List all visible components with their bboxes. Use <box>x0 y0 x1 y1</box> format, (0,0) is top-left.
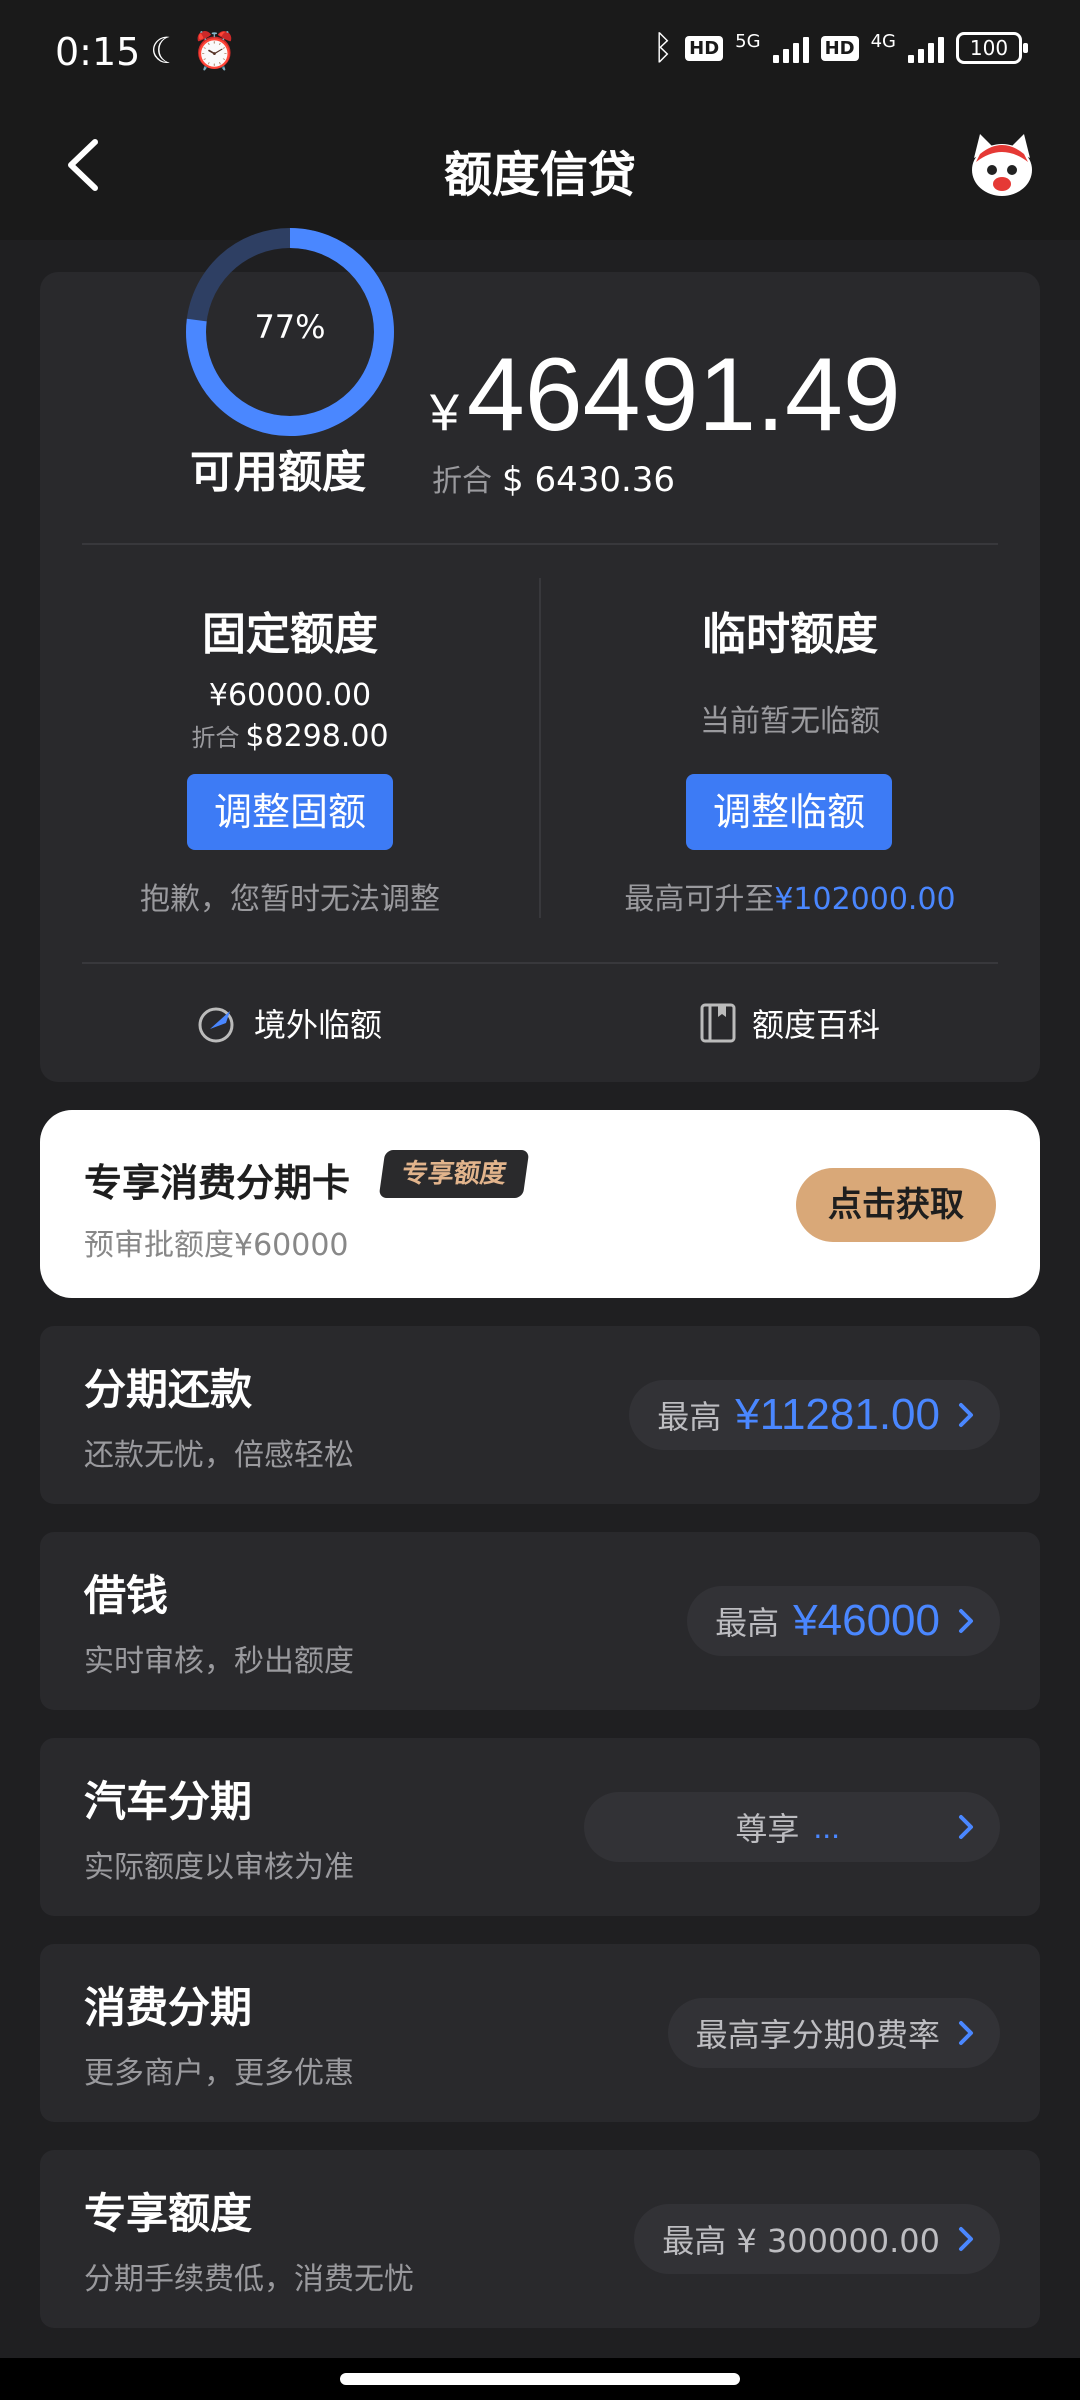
product-limit-pill[interactable]: 最高享分期0费率 <box>667 1998 1000 2068</box>
product-row-installment-repay[interactable]: 分期还款 还款无忧，倍感轻松 最高 ¥11281.00 <box>40 1326 1040 1504</box>
converted-amount: 折合 $ 6430.36 <box>432 456 675 500</box>
hd-badge: HD <box>685 35 724 61</box>
available-amount: ¥46491.49 <box>430 336 901 455</box>
temp-credit-status: 当前暂无临额 <box>700 704 880 739</box>
adjust-temp-button[interactable]: 调整临额 <box>686 774 892 850</box>
product-subtitle: 分期手续费低，消费无忧 <box>84 2262 414 2297</box>
moon-icon: ☾ <box>150 31 193 72</box>
product-limit-pill[interactable]: 最高 ¥ 300000.00 <box>634 2204 1000 2274</box>
product-limit-pill[interactable]: 尊享 ... <box>584 1792 1000 1862</box>
fixed-converted-value: $8298.00 <box>245 719 389 754</box>
product-subtitle: 更多商户，更多优惠 <box>84 2056 354 2091</box>
fixed-converted-label: 折合 <box>191 724 240 752</box>
status-time: 0:15 <box>55 30 141 74</box>
fixed-credit-converted: 折合 $8298.00 <box>82 718 498 754</box>
chevron-right-icon <box>959 2021 973 2045</box>
chevron-right-icon <box>959 1403 973 1427</box>
signal-icon <box>772 33 809 63</box>
network-type-label: 5G <box>735 30 761 52</box>
usage-percent: 77% <box>254 308 326 346</box>
pill-label: 最高 <box>715 1604 780 1642</box>
temp-credit-hint: 最高可升至¥102000.00 <box>560 874 1020 918</box>
chevron-right-icon <box>959 2227 973 2251</box>
overseas-link-label: 境外临额 <box>254 1006 383 1044</box>
promo-badge: 专享额度 <box>378 1150 530 1198</box>
product-title: 消费分期 <box>84 1983 253 2032</box>
product-title: 借钱 <box>84 1571 169 1620</box>
get-card-button[interactable]: 点击获取 <box>796 1168 996 1242</box>
product-limit-pill[interactable]: 最高 ¥46000 <box>687 1586 1000 1656</box>
product-subtitle: 实际额度以审核为准 <box>84 1850 354 1885</box>
home-indicator[interactable] <box>340 2373 740 2385</box>
fixed-credit-hint: 抱歉，您暂时无法调整 <box>140 882 440 917</box>
alarm-icon: ⏰ <box>192 31 248 72</box>
product-title: 分期还款 <box>84 1365 253 1414</box>
pill-label: 最高 ¥ 300000.00 <box>662 2222 940 2260</box>
header: 额度信贷 <box>0 100 1080 240</box>
wiki-link-label: 额度百科 <box>752 1006 881 1044</box>
chevron-right-icon <box>959 1815 973 1839</box>
promo-subtitle: 预审批额度¥60000 <box>84 1228 349 1263</box>
available-credit-label: 可用额度 <box>190 447 366 498</box>
product-row-consumer-installment[interactable]: 消费分期 更多商户，更多优惠 最高享分期0费率 <box>40 1944 1040 2122</box>
status-left-icons: ☾⏰ <box>150 30 247 72</box>
mascot-avatar[interactable] <box>964 128 1040 204</box>
signal-icon-2 <box>908 33 944 63</box>
promo-title: 专享消费分期卡 <box>84 1161 351 1205</box>
fixed-credit-amount: ¥60000.00 <box>208 678 372 713</box>
product-row-car-loan[interactable]: 汽车分期 实际额度以审核为准 尊享 ... <box>40 1738 1040 1916</box>
temp-credit-title: 临时额度 <box>702 609 878 660</box>
pill-label: 最高 <box>657 1398 722 1436</box>
chevron-right-icon <box>959 1609 973 1633</box>
pill-value: ¥11281.00 <box>735 1390 940 1439</box>
status-right-icons: ᛒ HD 5G HD 4G 100 <box>652 28 1028 68</box>
hd-badge-2: HD <box>820 35 859 61</box>
page-title: 额度信贷 <box>443 147 636 203</box>
converted-label: 折合 <box>432 464 492 499</box>
pill-value: ¥46000 <box>793 1596 940 1645</box>
cat-mascot-icon <box>972 134 1032 196</box>
temp-hint-prefix: 最高可升至 <box>624 882 775 917</box>
bluetooth-icon: ᛒ <box>652 28 674 68</box>
globe-plane-icon <box>198 1007 234 1043</box>
currency-symbol: ¥ <box>430 384 459 442</box>
overseas-temp-credit-link[interactable]: 境外临额 <box>196 1000 382 1046</box>
pill-label: 尊享 <box>735 1810 800 1848</box>
product-row-borrow[interactable]: 借钱 实时审核，秒出额度 最高 ¥46000 <box>40 1532 1040 1710</box>
book-icon <box>700 1003 736 1043</box>
temp-hint-amount: ¥102000.00 <box>774 882 956 917</box>
fixed-credit-title: 固定额度 <box>202 609 378 660</box>
divider <box>82 543 998 545</box>
credit-wiki-link[interactable]: 额度百科 <box>698 1000 880 1046</box>
divider <box>82 962 998 964</box>
promo-card[interactable]: 专享消费分期卡 专享额度 预审批额度¥60000 点击获取 <box>40 1110 1040 1298</box>
battery-icon: 100 <box>956 32 1028 64</box>
product-subtitle: 实时审核，秒出额度 <box>84 1644 354 1679</box>
product-title: 专享额度 <box>84 2189 253 2238</box>
status-bar: 0:15 ☾⏰ ᛒ HD 5G HD 4G 100 <box>0 0 1080 100</box>
converted-amount-value: $ 6430.36 <box>502 460 676 500</box>
pill-label: 最高享分期0费率 <box>695 2016 940 2054</box>
adjust-fixed-button[interactable]: 调整固额 <box>187 774 393 850</box>
available-amount-value: 46491.49 <box>466 337 901 453</box>
product-subtitle: 还款无忧，倍感轻松 <box>84 1438 354 1473</box>
pill-value: ... <box>813 1808 840 1845</box>
product-row-exclusive-credit[interactable]: 专享额度 分期手续费低，消费无忧 最高 ¥ 300000.00 <box>40 2150 1040 2328</box>
product-limit-pill[interactable]: 最高 ¥11281.00 <box>629 1380 1000 1450</box>
network-type-label-2: 4G <box>870 30 896 52</box>
product-title: 汽车分期 <box>84 1777 253 1826</box>
